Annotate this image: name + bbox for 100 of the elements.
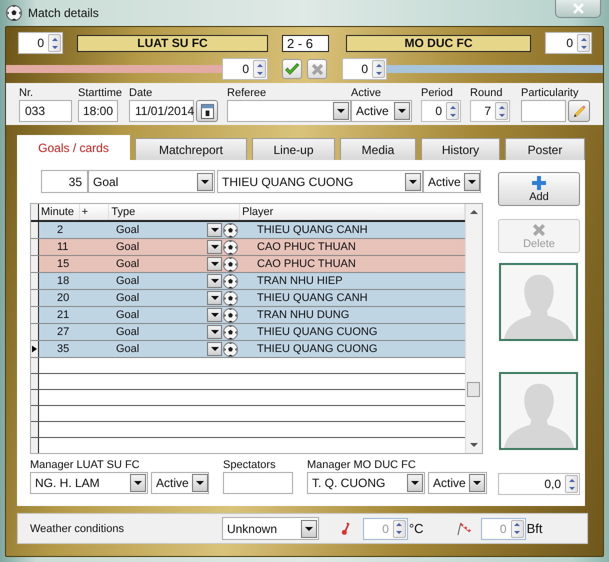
- tab[interactable]: History: [421, 138, 500, 160]
- dropdown-button[interactable]: [207, 257, 222, 271]
- score-field[interactable]: 2 - 6: [282, 34, 329, 52]
- cancel-button[interactable]: [307, 59, 327, 79]
- status-dropdown[interactable]: Active: [151, 472, 209, 494]
- spinner-arrows[interactable]: [372, 60, 385, 78]
- status-dropdown[interactable]: Active: [351, 100, 412, 122]
- table-row[interactable]: 18 Goal TRAN NHU HIEP: [39, 273, 465, 289]
- row-header[interactable]: [31, 239, 39, 255]
- table-row[interactable]: 2 Goal THIEU QUANG CANH: [39, 222, 465, 238]
- row-header[interactable]: [31, 204, 39, 220]
- dropdown-button[interactable]: [407, 474, 423, 492]
- tab[interactable]: Media: [340, 138, 416, 160]
- weather-dropdown[interactable]: Unknown: [222, 517, 319, 540]
- checkmark-icon: [284, 61, 300, 77]
- table-row[interactable]: 21 Goal TRAN NHU DUNG: [39, 307, 465, 323]
- text-field[interactable]: [521, 100, 566, 122]
- spinner-arrows[interactable]: [565, 475, 578, 493]
- table-cell-text: 20: [56, 292, 70, 304]
- field-label: Period: [421, 87, 454, 100]
- row-header[interactable]: [31, 406, 39, 421]
- tab[interactable]: Poster: [505, 138, 585, 160]
- number-field[interactable]: 033: [19, 100, 72, 122]
- field-label: Date: [129, 87, 154, 100]
- dropdown-button[interactable]: [469, 474, 485, 492]
- table-row[interactable]: 20 Goal THIEU QUANG CANH: [39, 290, 465, 306]
- dropdown-button[interactable]: [207, 308, 222, 322]
- dropdown-button[interactable]: [207, 223, 222, 237]
- referee-dropdown[interactable]: [227, 100, 352, 122]
- number-field[interactable]: 0: [421, 100, 462, 122]
- dropdown-button[interactable]: [197, 172, 213, 190]
- row-header[interactable]: [31, 390, 39, 405]
- dropdown-button[interactable]: [207, 291, 222, 305]
- rating-field[interactable]: 0,0: [498, 473, 580, 495]
- column-header: Minute: [39, 204, 80, 220]
- table-row[interactable]: 27 Goal THIEU QUANG CUONG: [39, 324, 465, 340]
- dropdown-button[interactable]: [192, 474, 208, 492]
- number-field[interactable]: 0: [222, 58, 268, 80]
- dropdown-button[interactable]: [130, 474, 146, 492]
- scrollbar[interactable]: [465, 204, 482, 453]
- minute-field[interactable]: 35: [41, 170, 88, 193]
- field-label: Active: [351, 87, 382, 100]
- table-row[interactable]: 15 Goal CAO PHUC THUAN: [39, 256, 465, 272]
- status-dropdown[interactable]: Active: [428, 472, 487, 494]
- row-header[interactable]: [31, 341, 39, 357]
- calendar-button[interactable]: [196, 100, 218, 122]
- add-button[interactable]: Add: [498, 172, 580, 206]
- dropdown-button[interactable]: [405, 172, 421, 190]
- player-dropdown[interactable]: THIEU QUANG CUONG: [217, 170, 423, 193]
- spinner-arrows[interactable]: [495, 102, 508, 120]
- tab[interactable]: Matchreport: [135, 138, 247, 160]
- row-header[interactable]: [31, 438, 39, 453]
- table-cell-text: Goal: [115, 292, 140, 304]
- spinner-arrows[interactable]: [577, 34, 590, 52]
- dropdown-button[interactable]: [207, 325, 222, 339]
- dropdown-button[interactable]: [207, 342, 222, 356]
- soccer-ball-icon: [223, 274, 238, 288]
- dropdown-button[interactable]: [394, 102, 410, 120]
- number-field[interactable]: 7: [470, 100, 510, 122]
- dropdown-button[interactable]: [300, 520, 317, 538]
- spectators-field[interactable]: [223, 472, 293, 494]
- window-title: Match details: [28, 6, 99, 20]
- edit-button[interactable]: [568, 100, 590, 122]
- table-cell-text: Goal: [115, 258, 140, 270]
- table-cell-text: Goal: [115, 224, 140, 236]
- status-dropdown[interactable]: Active: [423, 170, 481, 193]
- row-header[interactable]: [31, 422, 39, 437]
- number-field[interactable]: 0: [342, 58, 387, 80]
- row-header[interactable]: [31, 290, 39, 306]
- dropdown-button[interactable]: [207, 274, 222, 288]
- table-cell-text: Goal: [115, 241, 140, 253]
- dropdown-button[interactable]: [333, 102, 350, 120]
- tab[interactable]: Goals / cards: [17, 135, 130, 160]
- close-button[interactable]: [555, 0, 601, 18]
- dropdown-button[interactable]: [464, 172, 480, 190]
- row-header[interactable]: [31, 374, 39, 389]
- manager-dropdown[interactable]: T. Q. CUONG: [307, 472, 425, 494]
- calendar-icon: [200, 104, 214, 118]
- confirm-button[interactable]: [282, 59, 302, 79]
- number-field[interactable]: 0: [545, 32, 592, 54]
- spinner-arrows[interactable]: [446, 102, 460, 120]
- date-field[interactable]: 11/01/2014: [129, 100, 194, 122]
- table-row[interactable]: 11 Goal CAO PHUC THUAN: [39, 239, 465, 255]
- manager-dropdown[interactable]: NG. H. LAM: [30, 472, 148, 494]
- row-header[interactable]: [31, 324, 39, 340]
- row-header[interactable]: [31, 222, 39, 238]
- field-label: Manager MO DUC FC: [307, 459, 417, 472]
- row-header[interactable]: [31, 273, 39, 289]
- row-header[interactable]: [31, 256, 39, 272]
- dropdown-button[interactable]: [207, 240, 222, 254]
- number-field[interactable]: 0: [18, 32, 63, 54]
- type-dropdown[interactable]: Goal: [88, 170, 215, 193]
- table-row[interactable]: 35 Goal THIEU QUANG CUONG: [39, 341, 465, 357]
- spinner-arrows[interactable]: [253, 60, 266, 78]
- time-field[interactable]: 18:00: [78, 100, 118, 122]
- tab[interactable]: Line-up: [252, 138, 335, 160]
- row-header[interactable]: [31, 358, 39, 373]
- unit-label: °C: [408, 521, 424, 536]
- spinner-arrows[interactable]: [48, 34, 61, 52]
- row-header[interactable]: [31, 307, 39, 323]
